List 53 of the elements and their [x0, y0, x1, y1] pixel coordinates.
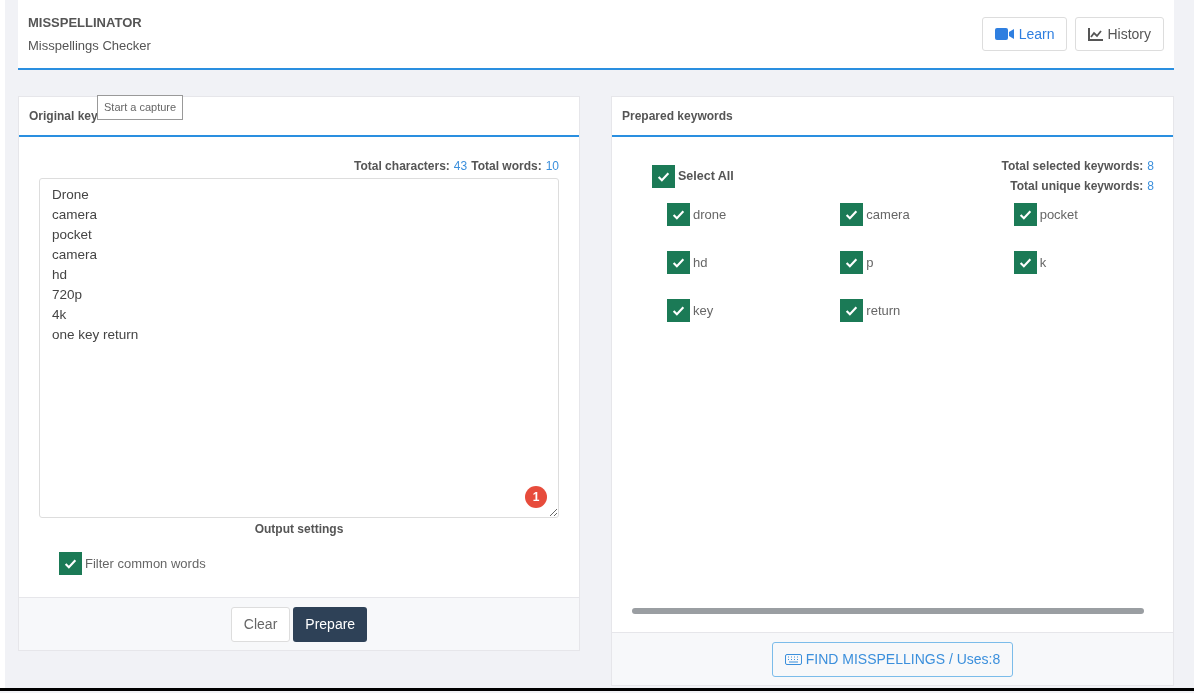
prepare-button[interactable]: Prepare: [293, 606, 368, 642]
scrollbar[interactable]: [632, 608, 1144, 614]
keyword-label: drone: [693, 205, 727, 224]
checkbox[interactable]: [667, 299, 690, 322]
select-all-checkbox[interactable]: [652, 165, 675, 188]
line-chart-icon: [1088, 27, 1104, 41]
stat-label: Total unique keywords:: [1010, 178, 1144, 195]
stat-value: 8: [1147, 158, 1154, 175]
checkbox[interactable]: [59, 552, 82, 575]
tooltip: Start a capture: [97, 95, 184, 120]
keyboard-icon: [784, 653, 802, 665]
check-icon: [1018, 208, 1032, 221]
check-icon: [672, 256, 685, 269]
check-icon: [672, 208, 685, 221]
stat-label: Total words:: [471, 158, 542, 175]
history-button[interactable]: History: [1075, 17, 1164, 51]
notification-badge: 1: [525, 486, 547, 508]
keyword-label: p: [866, 253, 874, 272]
keyword-label: k: [1039, 253, 1047, 272]
section-title: Output settings: [254, 521, 344, 538]
checkbox[interactable]: [840, 251, 864, 274]
keyword-label: camera: [866, 205, 910, 224]
check-icon: [845, 304, 859, 317]
checkbox[interactable]: [667, 251, 690, 274]
stat-value: 8: [1147, 178, 1154, 195]
check-icon: [845, 208, 859, 221]
keyword-label: pocket: [1039, 205, 1078, 224]
check-icon: [845, 256, 859, 269]
learn-button[interactable]: Learn: [981, 17, 1068, 51]
video-camera-icon: [994, 27, 1015, 41]
stat-label: Total characters:: [354, 158, 450, 175]
check-icon: [64, 557, 77, 570]
stat-value: 43: [453, 158, 468, 175]
checkbox[interactable]: [1013, 251, 1037, 274]
check-icon: [1018, 256, 1032, 269]
app-subtitle: Misspellings Checker: [28, 36, 151, 55]
keyword-label: return: [866, 301, 901, 320]
checkbox-label: Select All: [678, 168, 734, 186]
stat-label: Total selected keywords:: [1001, 158, 1144, 175]
card-title: Original key: [29, 108, 98, 125]
clear-button[interactable]: Clear: [230, 606, 291, 642]
check-icon: [657, 170, 670, 183]
card-title: Prepared keywords: [622, 108, 733, 125]
keyword-label: hd: [693, 253, 708, 272]
checkbox[interactable]: [1013, 203, 1037, 226]
checkbox[interactable]: [840, 203, 864, 226]
stat-value: 10: [545, 158, 559, 175]
check-icon: [672, 304, 685, 317]
checkbox[interactable]: [667, 203, 690, 226]
keyword-label: key: [693, 301, 714, 320]
checkbox-label: Filter common words: [85, 554, 206, 573]
app-title: MISSPELLINATOR: [28, 14, 143, 32]
checkbox[interactable]: [840, 299, 864, 322]
